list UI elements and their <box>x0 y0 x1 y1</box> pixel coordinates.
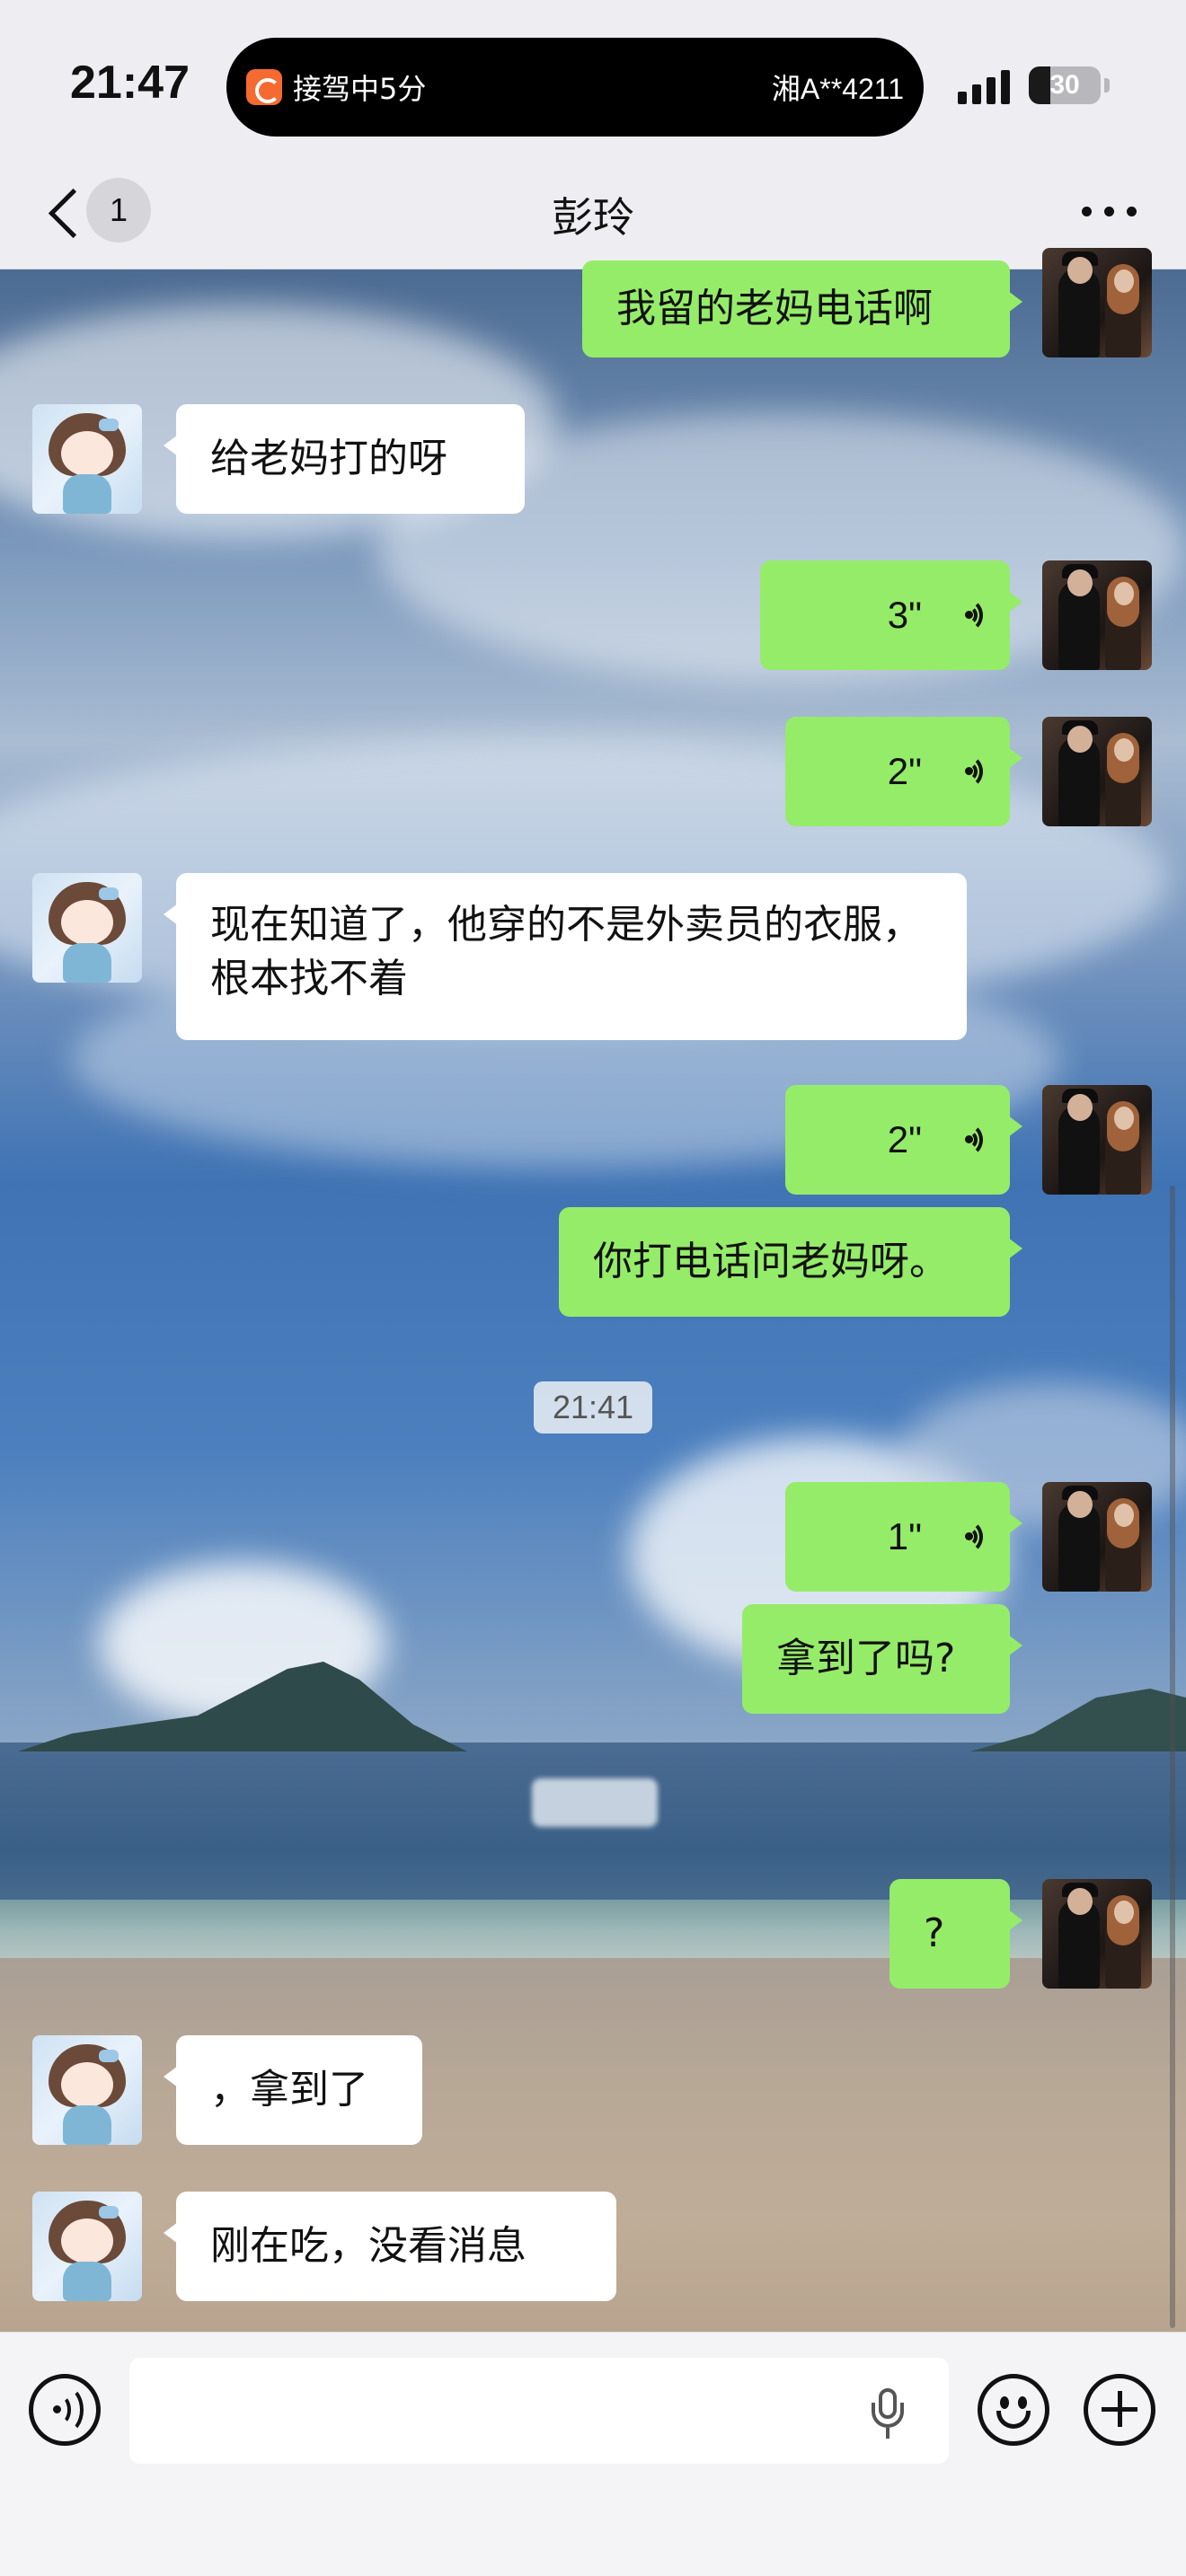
my-avatar[interactable] <box>1042 248 1152 357</box>
message-bubble-contact[interactable]: 刚在吃，没看消息 <box>164 2192 616 2301</box>
message-text: 给老妈打的呀 <box>210 436 447 481</box>
voice-duration: 2" <box>887 1118 922 1160</box>
live-activity-plate: 湘A**4211 <box>771 73 904 105</box>
contact-avatar[interactable] <box>32 2035 142 2145</box>
didi-app-icon <box>246 69 282 105</box>
my-avatar[interactable] <box>1042 717 1152 826</box>
contact-avatar[interactable] <box>32 873 142 983</box>
message-bubble-contact[interactable]: ，拿到了 <box>164 2035 422 2145</box>
voice-wave-icon <box>945 1518 983 1556</box>
message-list[interactable]: 我留的老妈电话啊 给老妈打的呀 3" 2" 现在知道了，他穿的不是外卖员的衣服，… <box>0 248 1186 2332</box>
message-bubble-mine[interactable]: 你打电话问老妈呀。 <box>559 1207 1022 1317</box>
status-time: 21:47 <box>70 57 190 109</box>
message-text: 我留的老妈电话啊 <box>616 286 933 331</box>
voice-wave-icon <box>945 753 983 790</box>
message-bubble-mine[interactable]: ? <box>890 1879 1022 1989</box>
message-text: 现在知道了，他穿的不是外卖员的衣服，根本找不着 <box>210 902 922 1001</box>
battery-icon: 30 <box>1029 66 1101 104</box>
voice-wave-icon <box>945 1121 983 1159</box>
voice-message-mine[interactable]: 2" <box>785 717 1022 826</box>
contact-avatar[interactable] <box>32 404 142 514</box>
contact-avatar[interactable] <box>32 2192 142 2301</box>
message-text: ? <box>924 1910 945 1956</box>
my-avatar[interactable] <box>1042 560 1152 670</box>
voice-mode-icon[interactable] <box>29 2374 101 2446</box>
voice-message-mine[interactable]: 2" <box>785 1085 1022 1195</box>
message-list-scrollbar[interactable] <box>1170 1186 1175 2328</box>
my-avatar[interactable] <box>1042 1085 1152 1195</box>
my-avatar[interactable] <box>1042 1879 1152 1989</box>
chat-title: 彭玲 <box>552 193 634 242</box>
emoji-smile-icon[interactable] <box>978 2374 1049 2446</box>
voice-wave-icon <box>945 596 983 634</box>
cellular-signal-icon <box>958 68 1015 104</box>
message-text: 拿到了吗? <box>776 1636 956 1681</box>
message-text: ，拿到了 <box>210 2067 368 2113</box>
more-dots-icon[interactable] <box>1078 198 1141 225</box>
battery-level: 30 <box>1049 70 1080 100</box>
voice-message-mine[interactable]: 1" <box>785 1482 1022 1592</box>
live-activity-pill[interactable]: 接驾中5分 湘A**4211 <box>226 38 924 137</box>
voice-duration: 3" <box>887 594 922 636</box>
message-input[interactable] <box>129 2358 949 2464</box>
chat-header: 1 彭玲 <box>0 153 1186 269</box>
live-activity-status: 接驾中5分 <box>293 72 427 106</box>
voice-duration: 2" <box>887 750 922 792</box>
voice-duration: 1" <box>887 1515 922 1557</box>
message-text: 你打电话问老妈呀。 <box>593 1239 949 1284</box>
message-timestamp: 21:41 <box>534 1381 652 1434</box>
plus-circle-icon[interactable] <box>1084 2374 1155 2446</box>
input-bar <box>0 2332 1186 2576</box>
message-bubble-mine[interactable]: 我留的老妈电话啊 <box>582 260 1022 357</box>
my-avatar[interactable] <box>1042 1482 1152 1592</box>
microphone-icon[interactable] <box>870 2388 906 2439</box>
message-bubble-contact[interactable]: 现在知道了，他穿的不是外卖员的衣服，根本找不着 <box>164 873 967 1040</box>
message-text: 刚在吃，没看消息 <box>210 2223 527 2269</box>
status-bar: 21:47 接驾中5分 湘A**4211 30 <box>0 0 1186 153</box>
message-bubble-mine[interactable]: 拿到了吗? <box>742 1604 1022 1714</box>
message-bubble-contact[interactable]: 给老妈打的呀 <box>164 404 525 514</box>
voice-message-mine[interactable]: 3" <box>760 560 1022 670</box>
blurred-timestamp <box>532 1778 658 1827</box>
